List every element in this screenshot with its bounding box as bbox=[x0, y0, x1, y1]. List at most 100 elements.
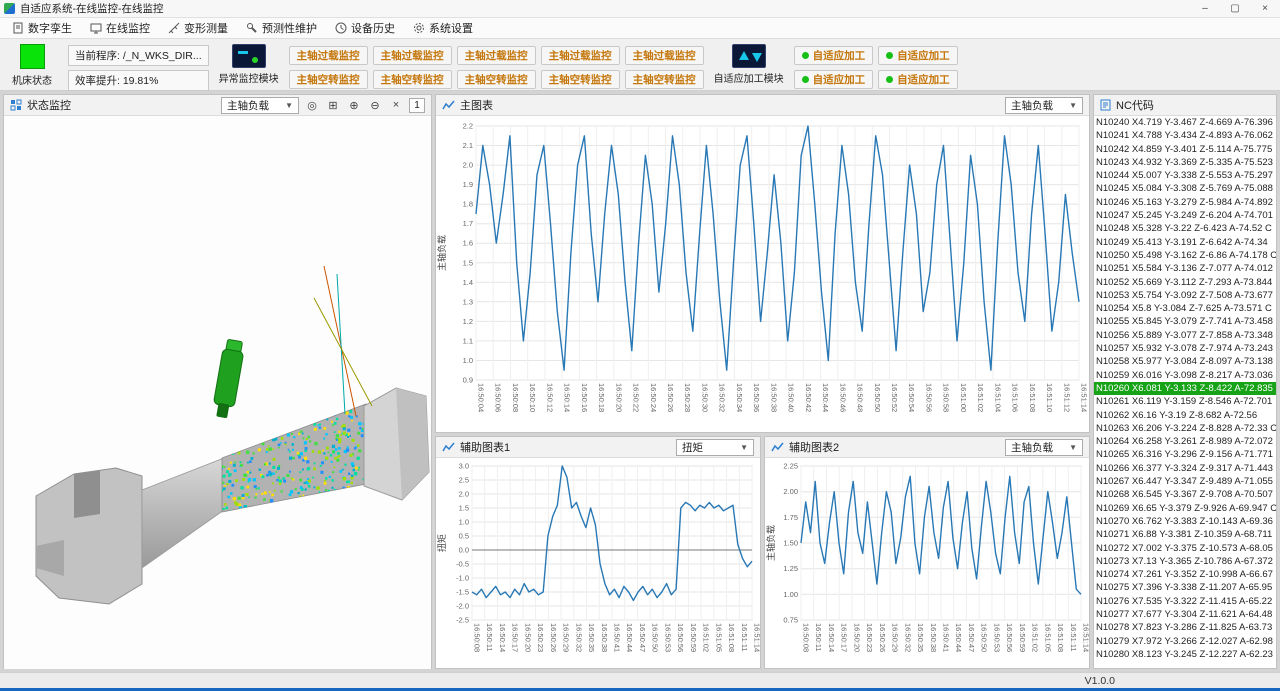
spindle-idle-button[interactable]: 主轴空转监控 bbox=[541, 70, 620, 89]
nc-code-list[interactable]: N10240 X4.719 Y-3.467 Z-4.669 A-76.396N1… bbox=[1094, 116, 1276, 668]
spindle-overload-button[interactable]: 主轴过载监控 bbox=[625, 46, 704, 65]
menu-item-predictive-maintenance[interactable]: 预测性维护 bbox=[238, 18, 325, 38]
nc-code-line[interactable]: N10265 X6.316 Y-3.296 Z-9.156 A-71.771 bbox=[1094, 448, 1276, 461]
maximize-icon[interactable]: ▢ bbox=[1220, 0, 1250, 17]
nc-code-line[interactable]: N10275 X7.396 Y-3.338 Z-11.207 A-65.95 bbox=[1094, 581, 1276, 594]
chart-icon bbox=[442, 99, 455, 111]
svg-text:16:50:59: 16:50:59 bbox=[1018, 623, 1027, 652]
nc-code-line[interactable]: N10248 X5.328 Y-3.22 Z-6.423 A-74.52 C bbox=[1094, 222, 1276, 235]
nc-code-line[interactable]: N10261 X6.119 Y-3.159 Z-8.546 A-72.701 bbox=[1094, 395, 1276, 408]
svg-text:16:50:59: 16:50:59 bbox=[689, 623, 698, 652]
nc-code-line[interactable]: N10270 X6.762 Y-3.383 Z-10.143 A-69.36 bbox=[1094, 515, 1276, 528]
svg-text:16:50:56: 16:50:56 bbox=[924, 383, 933, 412]
menu-item-deformation-measure[interactable]: 变形测量 bbox=[160, 18, 236, 38]
aux-chart1-header: 辅助图表1 扭矩▼ bbox=[436, 437, 760, 458]
nc-code-line[interactable]: N10256 X5.889 Y-3.077 Z-7.858 A-73.348 bbox=[1094, 329, 1276, 342]
svg-text:16:50:41: 16:50:41 bbox=[942, 623, 951, 652]
svg-text:16:51:02: 16:51:02 bbox=[702, 623, 711, 652]
nc-code-line[interactable]: N10255 X5.845 Y-3.079 Z-7.741 A-73.458 bbox=[1094, 315, 1276, 328]
nc-code-line[interactable]: N10252 X5.669 Y-3.112 Z-7.293 A-73.844 bbox=[1094, 276, 1276, 289]
nc-code-line[interactable]: N10267 X6.447 Y-3.347 Z-9.489 A-71.055 bbox=[1094, 475, 1276, 488]
nc-code-line[interactable]: N10276 X7.535 Y-3.322 Z-11.415 A-65.22 bbox=[1094, 595, 1276, 608]
nc-code-line[interactable]: N10272 X7.002 Y-3.375 Z-10.573 A-68.05 bbox=[1094, 542, 1276, 555]
menubar: 数字孪生 在线监控 变形测量 预测性维护 设备历史 系统设置 bbox=[0, 18, 1280, 39]
spindle-idle-button[interactable]: 主轴空转监控 bbox=[373, 70, 452, 89]
anomaly-module-label: 异常监控模块 bbox=[219, 70, 279, 85]
nc-code-line[interactable]: N10277 X7.677 Y-3.304 Z-11.621 A-64.48 bbox=[1094, 608, 1276, 621]
nc-code-line[interactable]: N10271 X6.88 Y-3.381 Z-10.359 A-68.711 bbox=[1094, 528, 1276, 541]
close-icon[interactable]: × bbox=[1250, 0, 1280, 17]
nc-code-line[interactable]: N10260 X6.081 Y-3.133 Z-8.422 A-72.835 bbox=[1094, 382, 1276, 395]
adaptive-machining-button[interactable]: 自适应加工 bbox=[878, 70, 958, 89]
nc-code-line[interactable]: N10253 X5.754 Y-3.092 Z-7.508 A-73.677 bbox=[1094, 289, 1276, 302]
menu-item-digital-twin[interactable]: 数字孪生 bbox=[4, 18, 80, 38]
nc-code-line[interactable]: N10243 X4.932 Y-3.369 Z-5.335 A-75.523 bbox=[1094, 156, 1276, 169]
nc-code-line[interactable]: N10269 X6.65 Y-3.379 Z-9.926 A-69.947 C bbox=[1094, 502, 1276, 515]
aux-chart1[interactable]: -2.5-2.0-1.5-1.0-0.50.00.51.01.52.02.53.… bbox=[436, 458, 760, 668]
svg-text:16:50:29: 16:50:29 bbox=[891, 623, 900, 652]
anomaly-module-icon bbox=[232, 44, 266, 68]
menu-item-device-history[interactable]: 设备历史 bbox=[327, 18, 403, 38]
spindle-idle-button[interactable]: 主轴空转监控 bbox=[289, 70, 368, 89]
nc-code-line[interactable]: N10246 X5.163 Y-3.279 Z-5.984 A-74.892 bbox=[1094, 196, 1276, 209]
grid-icon bbox=[10, 99, 22, 111]
app-icon bbox=[4, 3, 15, 14]
nc-code-line[interactable]: N10259 X6.016 Y-3.098 Z-8.217 A-73.036 bbox=[1094, 369, 1276, 382]
aux-chart2-variable-dropdown[interactable]: 主轴负载▼ bbox=[1005, 439, 1083, 456]
svg-text:16:50:08: 16:50:08 bbox=[802, 623, 811, 652]
spindle-overload-button[interactable]: 主轴过载监控 bbox=[373, 46, 452, 65]
nc-code-line[interactable]: N10273 X7.13 Y-3.365 Z-10.786 A-67.372 bbox=[1094, 555, 1276, 568]
adaptive-module[interactable]: 自适应加工模块 bbox=[714, 44, 784, 85]
nc-code-line[interactable]: N10268 X6.545 Y-3.367 Z-9.708 A-70.507 bbox=[1094, 488, 1276, 501]
aux-chart2[interactable]: 0.751.001.251.501.752.002.2516:50:0816:5… bbox=[765, 458, 1089, 668]
nc-code-line[interactable]: N10258 X5.977 Y-3.084 Z-8.097 A-73.138 bbox=[1094, 355, 1276, 368]
nc-code-line[interactable]: N10242 X4.859 Y-3.401 Z-5.114 A-75.775 bbox=[1094, 143, 1276, 156]
nc-code-line[interactable]: N10279 X7.972 Y-3.266 Z-12.027 A-62.98 bbox=[1094, 635, 1276, 648]
nc-code-line[interactable]: N10244 X5.007 Y-3.338 Z-5.553 A-75.297 bbox=[1094, 169, 1276, 182]
aux-chart1-variable-dropdown[interactable]: 扭矩▼ bbox=[676, 439, 754, 456]
nc-code-line[interactable]: N10278 X7.823 Y-3.286 Z-11.825 A-63.73 bbox=[1094, 621, 1276, 634]
nc-code-line[interactable]: N10249 X5.413 Y-3.191 Z-6.642 A-74.34 bbox=[1094, 236, 1276, 249]
minimize-icon[interactable]: – bbox=[1190, 0, 1220, 17]
nc-code-line[interactable]: N10257 X5.932 Y-3.078 Z-7.974 A-73.243 bbox=[1094, 342, 1276, 355]
nc-code-line[interactable]: N10247 X5.245 Y-3.249 Z-6.204 A-74.701 bbox=[1094, 209, 1276, 222]
spindle-idle-button[interactable]: 主轴空转监控 bbox=[457, 70, 536, 89]
adaptive-machining-button[interactable]: 自适应加工 bbox=[878, 46, 958, 65]
nc-code-line[interactable]: N10241 X4.788 Y-3.434 Z-4.893 A-76.062 bbox=[1094, 129, 1276, 142]
svg-text:2.0: 2.0 bbox=[459, 490, 469, 499]
clear-icon[interactable]: × bbox=[388, 97, 404, 113]
nc-code-line[interactable]: N10250 X5.498 Y-3.162 Z-6.86 A-74.178 C bbox=[1094, 249, 1276, 262]
spindle-overload-button[interactable]: 主轴过载监控 bbox=[541, 46, 620, 65]
scale-value-box[interactable]: 1 bbox=[409, 98, 425, 113]
nc-code-line[interactable]: N10245 X5.084 Y-3.308 Z-5.769 A-75.088 bbox=[1094, 182, 1276, 195]
pan-icon[interactable]: ⊞ bbox=[325, 97, 341, 113]
nc-code-line[interactable]: N10280 X8.123 Y-3.245 Z-12.227 A-62.23 bbox=[1094, 648, 1276, 661]
spindle-idle-button[interactable]: 主轴空转监控 bbox=[625, 70, 704, 89]
nc-code-line[interactable]: N10263 X6.206 Y-3.224 Z-8.828 A-72.33 C bbox=[1094, 422, 1276, 435]
svg-text:16:50:23: 16:50:23 bbox=[865, 623, 874, 652]
nc-code-line[interactable]: N10262 X6.16 Y-3.19 Z-8.682 A-72.56 bbox=[1094, 409, 1276, 422]
crosshair-icon[interactable]: ◎ bbox=[304, 97, 320, 113]
zoom-in-icon[interactable]: ⊕ bbox=[346, 97, 362, 113]
svg-text:16:50:11: 16:50:11 bbox=[814, 623, 823, 652]
nc-code-line[interactable]: N10254 X5.8 Y-3.084 Z-7.625 A-73.571 C bbox=[1094, 302, 1276, 315]
adaptive-machining-button[interactable]: 自适应加工 bbox=[794, 46, 874, 65]
nc-code-line[interactable]: N10240 X4.719 Y-3.467 Z-4.669 A-76.396 bbox=[1094, 116, 1276, 129]
nc-code-line[interactable]: N10266 X6.377 Y-3.324 Z-9.317 A-71.443 bbox=[1094, 462, 1276, 475]
nc-code-line[interactable]: N10251 X5.584 Y-3.136 Z-7.077 A-74.012 bbox=[1094, 262, 1276, 275]
svg-text:1.0: 1.0 bbox=[459, 518, 469, 527]
spindle-overload-button[interactable]: 主轴过载监控 bbox=[289, 46, 368, 65]
nc-code-line[interactable]: N10274 X7.261 Y-3.352 Z-10.998 A-66.67 bbox=[1094, 568, 1276, 581]
menu-item-online-monitoring[interactable]: 在线监控 bbox=[82, 18, 158, 38]
adaptive-machining-button[interactable]: 自适应加工 bbox=[794, 70, 874, 89]
main-chart[interactable]: 0.91.01.11.21.31.41.51.61.71.81.92.02.12… bbox=[436, 116, 1089, 432]
anomaly-module[interactable]: 异常监控模块 bbox=[219, 44, 279, 85]
zoom-out-icon[interactable]: ⊖ bbox=[367, 97, 383, 113]
main-chart-variable-dropdown[interactable]: 主轴负载▼ bbox=[1005, 97, 1083, 114]
3d-model-viewport[interactable] bbox=[4, 116, 431, 669]
svg-text:16:50:08: 16:50:08 bbox=[473, 623, 482, 652]
nc-code-line[interactable]: N10264 X6.258 Y-3.261 Z-8.989 A-72.072 bbox=[1094, 435, 1276, 448]
menu-item-system-settings[interactable]: 系统设置 bbox=[405, 18, 481, 38]
model-variable-dropdown[interactable]: 主轴负载▼ bbox=[221, 97, 299, 114]
spindle-overload-button[interactable]: 主轴过载监控 bbox=[457, 46, 536, 65]
